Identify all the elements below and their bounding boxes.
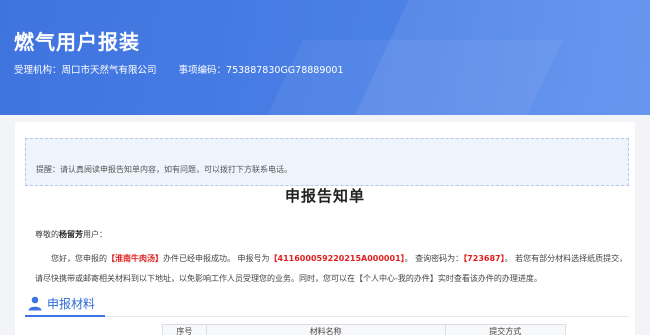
- user-icon: [28, 296, 42, 311]
- greeting: 尊敬的杨留芳用户：: [35, 229, 107, 240]
- section-title: 申报材料: [47, 297, 96, 311]
- column-header: 材料名称: [207, 325, 446, 335]
- greeting-suffix: 用户：: [83, 230, 107, 239]
- notice-paragraph: 您好，您申报的【淮南牛肉汤】办件已经申报成功。 申报号为【41160005922…: [35, 249, 635, 289]
- item-code-info: 事项编码：753887830GG78889001: [179, 62, 344, 76]
- column-header: 序号: [163, 325, 207, 335]
- reminder-text: 提醒：请认真阅读申报告知单内容，如有问题，可以拨打下方联系电话。: [36, 165, 292, 174]
- agency-label: 受理机构：: [14, 65, 62, 76]
- agency-value: 周口市天然气有限公司: [61, 65, 157, 76]
- para-text: 办件已经申报成功。 申报号为: [163, 254, 270, 263]
- item-name: 【淮南牛肉汤】: [107, 254, 163, 263]
- user-name: 杨留芳: [59, 230, 83, 239]
- application-number: 【411600059220215A000001】: [269, 254, 405, 263]
- header-meta: 受理机构：周口市天然气有限公司 事项编码：753887830GG78889001: [14, 62, 344, 76]
- notice-card: 提醒：请认真阅读申报告知单内容，如有问题，可以拨打下方联系电话。 申报告知单 尊…: [15, 122, 635, 335]
- code-value: 753887830GG78889001: [226, 65, 344, 76]
- reminder-box: 提醒：请认真阅读申报告知单内容，如有问题，可以拨打下方联系电话。: [25, 138, 629, 186]
- code-label: 事项编码：: [178, 65, 227, 76]
- para-text: 您好，您申报的: [51, 254, 107, 263]
- agency-info: 受理机构：周口市天然气有限公司: [14, 62, 157, 76]
- greeting-prefix: 尊敬的: [35, 230, 59, 239]
- header-banner: 燃气用户报装 受理机构：周口市天然气有限公司 事项编码：753887830GG7…: [0, 0, 650, 115]
- section-underline: [25, 315, 105, 317]
- para-text: 。 查询密码为：: [404, 254, 464, 263]
- query-password: 【723687】: [463, 254, 505, 263]
- page-title: 燃气用户报装: [14, 30, 140, 54]
- column-header: 提交方式: [489, 327, 522, 335]
- document-title: 申报告知单: [284, 187, 365, 205]
- materials-table-header: 序号 材料名称 提交方式: [162, 324, 566, 335]
- materials-section-header: 申报材料: [25, 295, 629, 317]
- banner-decoration: [237, 40, 563, 115]
